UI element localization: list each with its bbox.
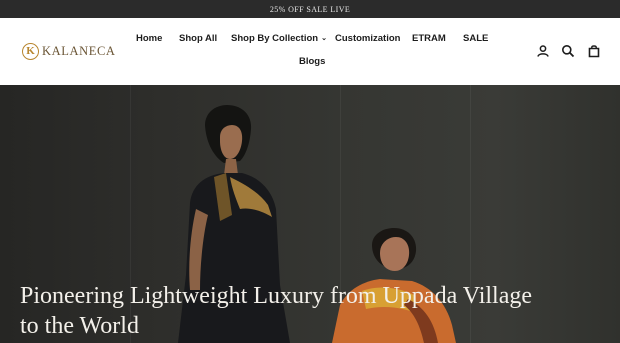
nav-shop-by-collection-label: Shop By Collection <box>231 33 319 44</box>
nav-home[interactable]: Home <box>136 33 162 45</box>
announcement-bar[interactable]: 25% OFF SALE LIVE <box>0 0 620 18</box>
brand-logo[interactable]: K KALANECA <box>22 41 116 61</box>
nav-blogs[interactable]: Blogs <box>299 56 325 68</box>
logo-mark-icon: K <box>22 42 39 60</box>
site-header: K KALANECA Home Shop All Shop By Collect… <box>0 18 620 85</box>
account-icon[interactable] <box>536 44 550 58</box>
brand-name: KALANECA <box>42 43 116 58</box>
nav-customization[interactable]: Customization <box>335 33 400 45</box>
hero-banner[interactable]: Pioneering Lightweight Luxury from Uppad… <box>0 85 620 343</box>
nav-etram[interactable]: ETRAM <box>412 33 446 45</box>
search-icon[interactable] <box>561 44 575 58</box>
hero-title: Pioneering Lightweight Luxury from Uppad… <box>20 283 533 339</box>
nav-sale[interactable]: SALE <box>463 33 488 45</box>
nav-shop-by-collection[interactable]: Shop By Collection ⌄ <box>231 33 327 46</box>
announcement-text: 25% OFF SALE LIVE <box>269 4 351 14</box>
cart-icon[interactable] <box>587 44 601 58</box>
chevron-down-icon: ⌄ <box>321 35 327 42</box>
nav-shop-all[interactable]: Shop All <box>179 33 217 45</box>
